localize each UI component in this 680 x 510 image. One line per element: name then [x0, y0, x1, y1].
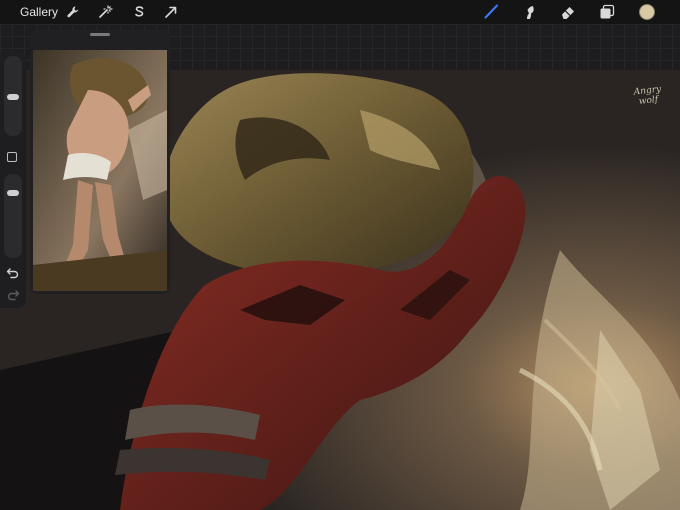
brush-size-thumb[interactable]: [7, 94, 19, 100]
opacity-slider[interactable]: [4, 174, 22, 258]
smudge-icon[interactable]: [522, 4, 538, 20]
gallery-button[interactable]: Gallery: [20, 5, 58, 19]
brush-icon[interactable]: [483, 4, 499, 20]
opacity-thumb[interactable]: [7, 190, 19, 196]
modify-button[interactable]: [7, 152, 17, 162]
transform-arrow-icon[interactable]: [163, 4, 179, 20]
artist-signature: Angry wolf: [627, 84, 669, 108]
eraser-icon[interactable]: [560, 4, 576, 20]
left-sidebar: [0, 52, 26, 308]
reference-image: [33, 50, 167, 291]
reference-panel[interactable]: [30, 30, 170, 294]
top-toolbar: Gallery: [0, 0, 680, 24]
layers-icon[interactable]: [599, 4, 615, 20]
redo-icon[interactable]: [6, 288, 20, 302]
color-picker-button[interactable]: [639, 4, 655, 20]
wrench-icon[interactable]: [65, 4, 81, 20]
selection-icon[interactable]: [131, 4, 147, 20]
reference-drag-handle[interactable]: [90, 33, 110, 36]
brush-size-slider[interactable]: [4, 56, 22, 136]
undo-icon[interactable]: [6, 266, 20, 280]
magic-wand-icon[interactable]: [97, 4, 113, 20]
